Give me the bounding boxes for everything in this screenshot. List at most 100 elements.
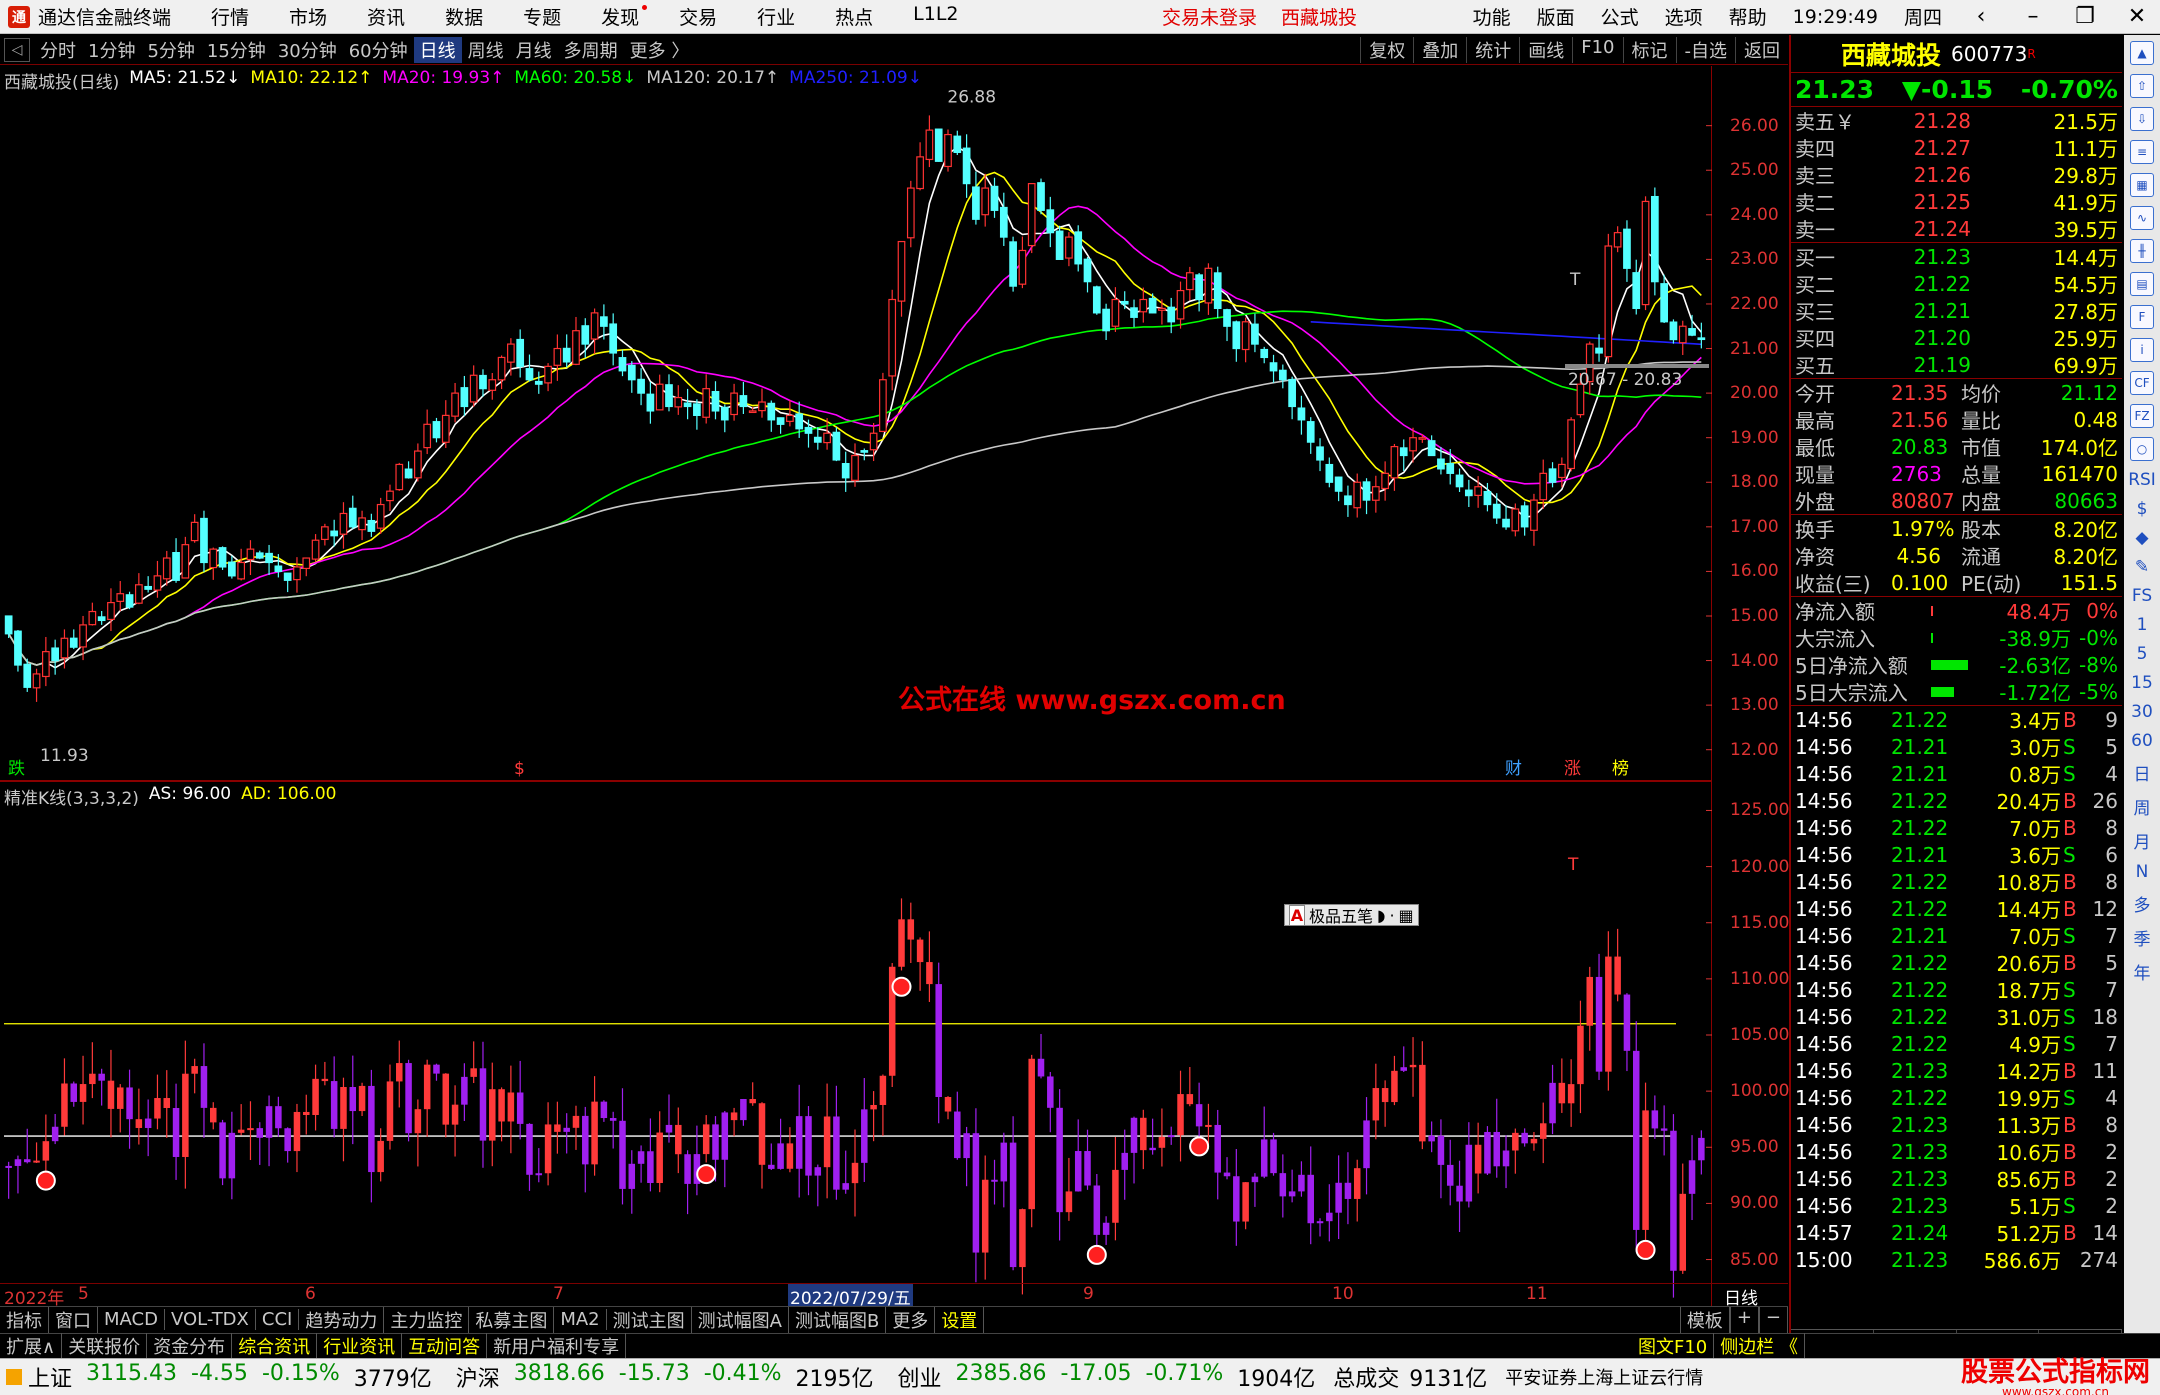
side-label-15[interactable]: 季 [2134,925,2151,950]
index-quote[interactable]: 沪深 3818.66 -15.73 -0.41% 2195亿 [456,1361,874,1393]
side-label-6[interactable]: 5 [2137,644,2148,664]
extension-tab-6[interactable]: 新用户福利专享 [487,1332,627,1359]
circle-icon[interactable]: ○ [2130,437,2154,461]
back-icon[interactable]: ‹ [1968,4,1994,29]
side-label-4[interactable]: FS [2132,586,2152,606]
line-chart-icon[interactable]: ∿ [2130,206,2154,230]
ask-row[interactable]: 卖五￥ 21.28 21.5万 [1791,107,2122,135]
extension-right-0[interactable]: 图文F10 [1632,1332,1715,1359]
menu-gongneng[interactable]: 功能 [1473,3,1511,30]
side-label-12[interactable]: 月 [2134,828,2151,853]
period-30min[interactable]: 30分钟 [272,37,343,63]
extension-tab-2[interactable]: 资金分布 [147,1332,233,1359]
menu-jiaoyi[interactable]: 交易 [679,3,717,30]
side-label-16[interactable]: 年 [2134,959,2151,984]
period-multi[interactable]: 多周期 [558,37,624,63]
table-icon[interactable]: ▤ [2130,272,2154,296]
period-1min[interactable]: 1分钟 [82,37,141,63]
menu-shuju[interactable]: 数据 [445,3,483,30]
menu-redian[interactable]: 热点 [835,3,873,30]
ime-toolbar[interactable]: A 极品五笔 ◗ · ▦ [1284,904,1419,926]
minimize-icon[interactable]: – [2020,4,2046,29]
indicator-tab-13[interactable]: 设置 [935,1306,985,1333]
menu-shichang[interactable]: 市场 [289,3,327,30]
collapse-icon[interactable]: ◁ [4,37,30,62]
huaxian-button[interactable]: 画线 [1519,36,1572,63]
bid-row[interactable]: 买四 21.20 25.9万 [1791,324,2122,352]
tick-list[interactable]: 14:56 21.22 3.4万 B 9 14:56 21.21 3.0万 S 5 14:56 21.… [1791,706,2122,1274]
template-control-0[interactable]: 模板 [1679,1306,1730,1333]
template-control-1[interactable]: + [1729,1306,1759,1333]
side-label-7[interactable]: 15 [2131,673,2153,693]
menu-l1l2[interactable]: L1L2 [913,3,958,30]
ime-moon-icon[interactable]: ◗ [1377,906,1385,925]
period-weekly[interactable]: 周线 [462,37,510,63]
side-label-2[interactable]: ◆ [2135,528,2148,548]
side-label-10[interactable]: 日 [2134,760,2151,785]
period-daily[interactable]: 日线 [413,36,462,63]
side-label-5[interactable]: 1 [2137,615,2148,635]
indicator-tab-9[interactable]: 测试主图 [607,1306,692,1333]
side-label-8[interactable]: 30 [2131,702,2153,722]
indicator-tab-3[interactable]: VOL-TDX [165,1309,256,1330]
diejia-button[interactable]: 叠加 [1413,36,1466,63]
period-monthly[interactable]: 月线 [510,37,558,63]
indicator-tab-8[interactable]: MA2 [554,1309,607,1330]
menu-gongshi[interactable]: 公式 [1601,3,1639,30]
fuquan-button[interactable]: 复权 [1360,36,1413,63]
menu-xuanxiang[interactable]: 选项 [1665,3,1703,30]
return-button[interactable]: 返回 [1735,36,1788,63]
fz-icon[interactable]: FZ [2130,404,2154,428]
close-icon[interactable]: ✕ [2124,4,2150,29]
f10-button[interactable]: F10 [1572,36,1622,63]
side-label-0[interactable]: RSI [2128,470,2156,490]
index-quote[interactable]: 创业 2385.86 -17.05 -0.71% 1904亿 [898,1361,1316,1393]
ask-row[interactable]: 卖三 21.26 29.8万 [1791,161,2122,189]
indicator-tab-4[interactable]: CCI [256,1309,300,1330]
menu-bangzhu[interactable]: 帮助 [1729,3,1767,30]
menu-zhuanti[interactable]: 专题 [523,3,561,30]
info-icon[interactable]: i [2130,338,2154,362]
trade-login-status[interactable]: 交易未登录 [1162,3,1257,30]
remove-watchlist-button[interactable]: -自选 [1675,36,1736,63]
indicator-tab-5[interactable]: 趋势动力 [299,1306,385,1333]
side-label-11[interactable]: 周 [2134,794,2151,819]
index-quote[interactable]: 上证 3115.43 -4.55 -0.15% 3779亿 [28,1361,432,1393]
menu-hangye[interactable]: 行业 [757,3,795,30]
extension-tab-5[interactable]: 互动问答 [402,1332,488,1359]
extension-tab-3[interactable]: 综合资讯 [232,1332,318,1359]
period-60min[interactable]: 60分钟 [343,37,414,63]
indicator-tab-1[interactable]: 窗口 [49,1306,98,1333]
arrow-down-icon[interactable]: ⇩ [2130,107,2154,131]
tongji-button[interactable]: 统计 [1466,36,1519,63]
side-label-3[interactable]: ✎ [2135,557,2149,577]
menu-faxian[interactable]: 发现 [601,3,648,30]
f10-icon[interactable]: F [2130,305,2154,329]
triangle-up-icon[interactable]: ▲ [2130,41,2154,65]
extension-tab-4[interactable]: 行业资讯 [317,1332,403,1359]
cf-icon[interactable]: CF [2130,371,2154,395]
period-fenshi[interactable]: 分时 [34,37,82,63]
menu-hangqing[interactable]: 行情 [211,3,249,30]
bid-row[interactable]: 买一 21.23 14.4万 [1791,243,2122,271]
bid-row[interactable]: 买三 21.21 27.8万 [1791,297,2122,325]
restore-icon[interactable]: ❐ [2072,4,2098,29]
biaoji-button[interactable]: 标记 [1622,36,1676,63]
status-menu-icon[interactable] [6,1369,22,1385]
ask-row[interactable]: 卖一 21.24 39.5万 [1791,215,2122,243]
period-5min[interactable]: 5分钟 [141,37,200,63]
chart-canvas[interactable]: 26.8811.9320.67 - 20.83TT120.11跌$财涨榜 [0,66,1712,1306]
ime-dot-icon[interactable]: · [1389,906,1394,925]
extension-tab-0[interactable]: 扩展∧ [0,1332,63,1359]
bid-row[interactable]: 买二 21.22 54.5万 [1791,270,2122,298]
side-label-9[interactable]: 60 [2131,731,2153,751]
grid-icon[interactable]: ▦ [2130,173,2154,197]
side-label-14[interactable]: 多 [2134,891,2151,916]
period-15min[interactable]: 15分钟 [201,37,272,63]
template-control-2[interactable]: − [1758,1306,1788,1333]
bid-row[interactable]: 买五 21.19 69.9万 [1791,351,2122,379]
ime-keyboard-icon[interactable]: ▦ [1399,906,1414,925]
arrow-up-icon[interactable]: ⇧ [2130,74,2154,98]
k-chart-icon[interactable]: ╫ [2130,239,2154,263]
indicator-tab-10[interactable]: 测试幅图A [692,1306,789,1333]
